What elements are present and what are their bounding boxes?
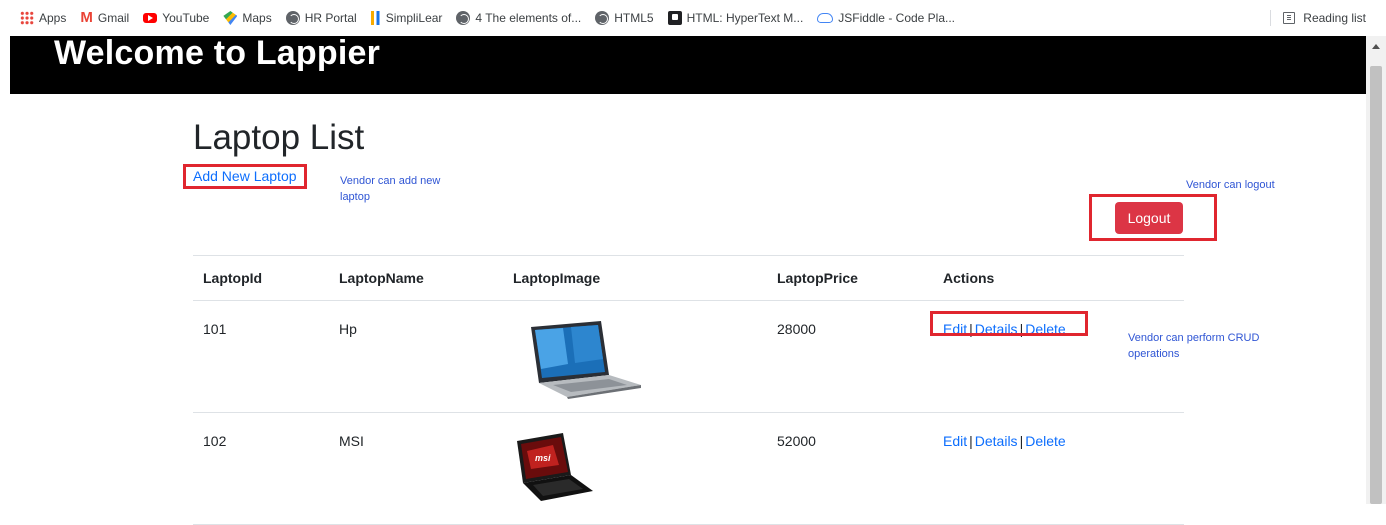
bookmark-jsfiddle[interactable]: JSFiddle - Code Pla...: [817, 11, 955, 25]
scrollbar-thumb[interactable]: [1370, 66, 1382, 504]
apps-icon: [20, 11, 34, 25]
cloud-icon: [817, 13, 834, 23]
cell-laptop-name: Hp: [329, 300, 503, 413]
column-header-image: LaptopImage: [503, 255, 767, 301]
cell-actions: Edit | Details | Delete: [933, 412, 1184, 525]
annotation-logout: Vendor can logout: [1186, 179, 1275, 191]
page-title: Laptop List: [193, 118, 365, 157]
hp-laptop-image: [531, 321, 641, 399]
annotation-add: Vendor can add new laptop: [340, 175, 441, 203]
details-link[interactable]: Details: [975, 433, 1018, 449]
bookmark-maps[interactable]: Maps: [223, 11, 272, 25]
globe-icon: [595, 11, 610, 25]
bookmark-apps[interactable]: Apps: [20, 11, 66, 25]
cell-laptop-image: msi: [503, 412, 767, 525]
globe-icon: [456, 11, 471, 25]
table-row: 101 Hp 28000 Edit | Details | Delete: [193, 300, 1184, 413]
table-header-row: LaptopId LaptopName LaptopImage LaptopPr…: [193, 255, 1184, 301]
action-separator: |: [969, 433, 973, 449]
cell-laptop-id: 101: [193, 300, 329, 413]
maps-icon: [223, 11, 238, 25]
column-header-price: LaptopPrice: [767, 255, 933, 301]
logout-button[interactable]: Logout: [1115, 202, 1183, 234]
cell-laptop-image: [503, 300, 767, 413]
vertical-scrollbar[interactable]: [1366, 36, 1386, 504]
column-header-name: LaptopName: [329, 255, 503, 301]
bookmarks-divider: [1270, 10, 1271, 26]
delete-link[interactable]: Delete: [1025, 321, 1065, 337]
bookmark-elements[interactable]: 4 The elements of...: [456, 11, 581, 25]
add-new-laptop-link[interactable]: Add New Laptop: [193, 168, 297, 184]
action-separator: |: [1019, 321, 1024, 337]
bookmark-gmail[interactable]: M Gmail: [80, 9, 129, 26]
bookmark-html5[interactable]: HTML5: [595, 11, 654, 25]
cell-laptop-price: 52000: [767, 412, 933, 525]
details-link[interactable]: Details: [975, 321, 1018, 337]
annotation-crud: Vendor can perform CRUD operations: [1128, 332, 1260, 360]
scroll-up-arrow-icon[interactable]: [1372, 44, 1380, 49]
gmail-icon: M: [80, 9, 93, 26]
edit-link[interactable]: Edit: [943, 321, 967, 337]
cell-laptop-price: 28000: [767, 300, 933, 413]
reading-list-icon: [1283, 12, 1296, 24]
cell-laptop-name: MSI: [329, 412, 503, 525]
reading-list-button[interactable]: Reading list: [1283, 11, 1366, 25]
bookmarks-bar: Apps M Gmail YouTube Maps HR Portal Simpl…: [0, 0, 1386, 36]
bookmark-mdn-html[interactable]: HTML: HyperText M...: [667, 11, 803, 25]
laptop-table: LaptopId LaptopName LaptopImage LaptopPr…: [193, 255, 1184, 525]
action-separator: |: [1019, 433, 1024, 449]
action-separator: |: [969, 321, 973, 337]
site-title: Welcome to Lappier: [54, 34, 381, 72]
bookmark-simplilearn[interactable]: SimpliLear: [370, 11, 442, 25]
edit-link[interactable]: Edit: [943, 433, 967, 449]
bookmark-hr-portal[interactable]: HR Portal: [285, 11, 357, 25]
site-banner: Welcome to Lappier: [10, 34, 1366, 94]
youtube-icon: [143, 13, 158, 23]
delete-link[interactable]: Delete: [1025, 433, 1065, 449]
column-header-id: LaptopId: [193, 255, 329, 301]
globe-icon: [285, 11, 300, 25]
msi-laptop-image: msi: [517, 433, 593, 501]
bookmark-youtube[interactable]: YouTube: [143, 11, 209, 25]
simplilearn-icon: [370, 11, 381, 25]
svg-text:msi: msi: [535, 453, 551, 463]
mdn-icon: [667, 11, 682, 25]
table-row: 102 MSI msi 52000 Edit | Details | Delete: [193, 412, 1184, 525]
column-header-actions: Actions: [933, 255, 1184, 301]
cell-laptop-id: 102: [193, 412, 329, 525]
